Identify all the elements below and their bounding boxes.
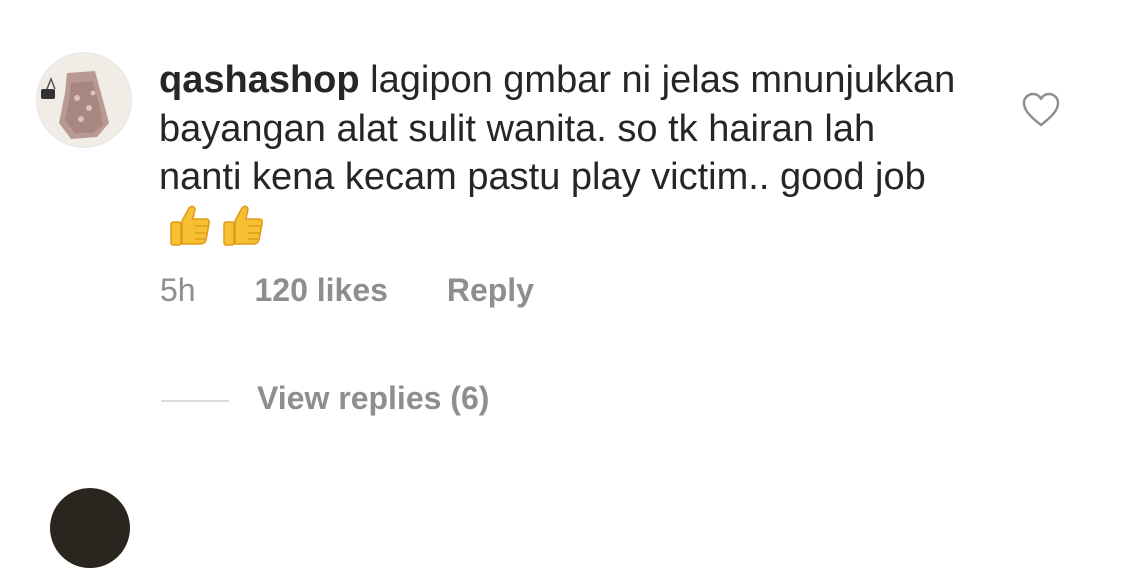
next-comment-avatar[interactable] [50, 488, 130, 568]
likes-count[interactable]: 120 likes [254, 272, 387, 309]
comment-username[interactable]: qashashop [159, 59, 360, 101]
comment-meta: 5h 120 likes Reply [160, 272, 534, 309]
avatar[interactable] [37, 53, 131, 147]
view-replies-button[interactable]: View replies (6) [257, 380, 489, 417]
like-button[interactable] [1022, 92, 1060, 128]
avatar-image [37, 53, 131, 147]
emoji-group [165, 202, 271, 263]
thumbs-up-icon [223, 205, 263, 246]
heart-outline-icon [1022, 92, 1060, 127]
comment-timestamp: 5h [160, 272, 196, 308]
thumbs-up-icon [170, 205, 210, 246]
replies-divider [161, 400, 229, 402]
reply-button[interactable]: Reply [447, 272, 534, 309]
comment-body: qashashop lagipon gmbar ni jelas mnunjuk… [159, 56, 959, 262]
